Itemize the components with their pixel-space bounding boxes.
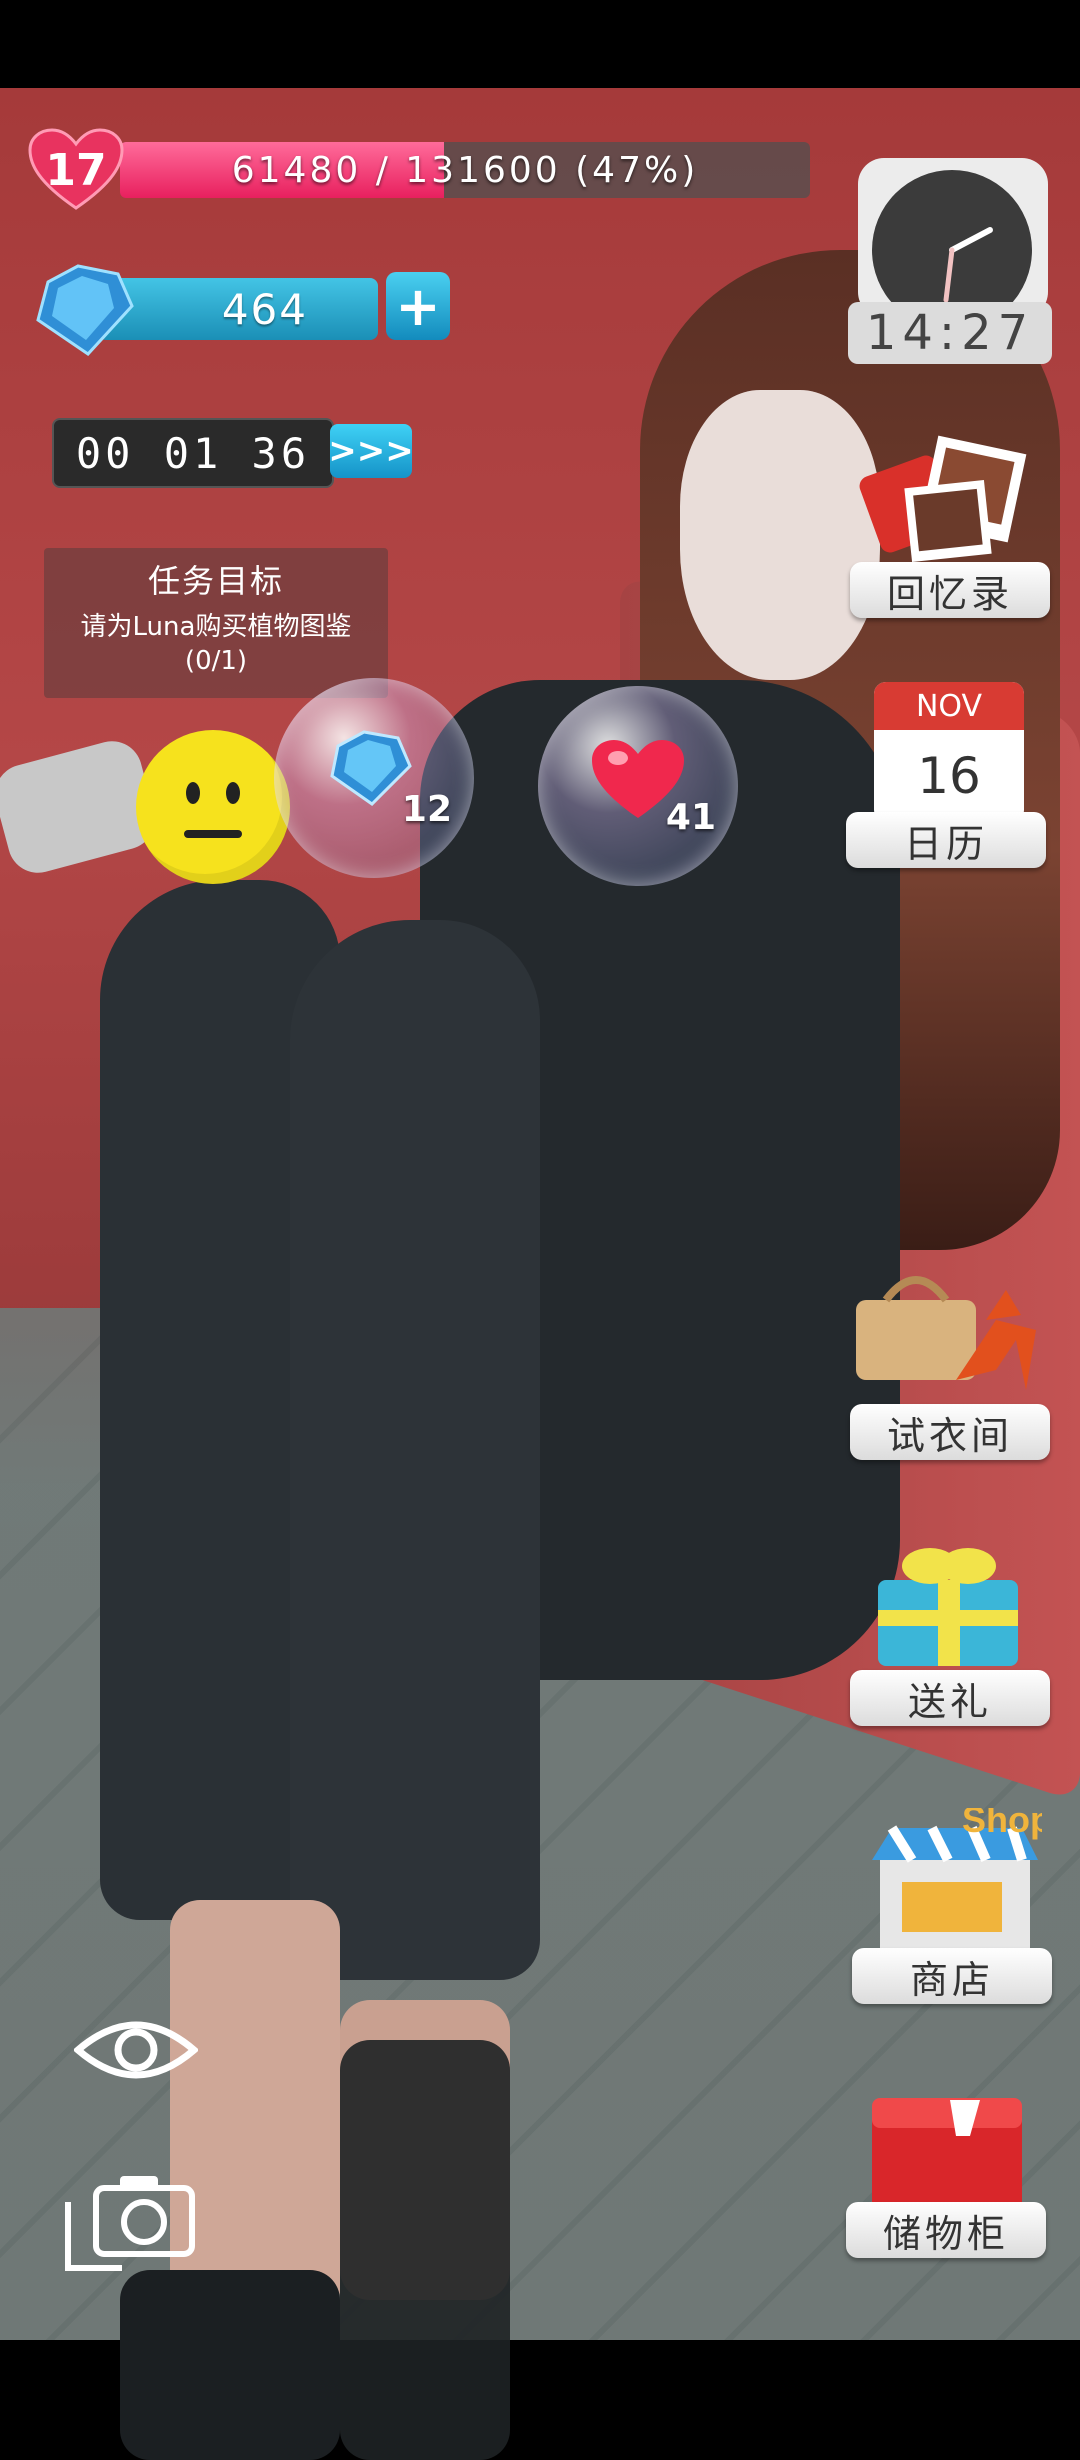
status-bar bbox=[0, 0, 1080, 88]
skip-timer-button[interactable]: >>> bbox=[328, 424, 414, 478]
add-gems-button[interactable]: + bbox=[386, 272, 450, 340]
shop-sign: Shop bbox=[962, 1808, 1042, 1840]
locker-label: 储物柜 bbox=[846, 2202, 1046, 2258]
xp-text: 61480 / 131600 (47%) bbox=[231, 149, 699, 191]
character-leg-right bbox=[290, 920, 540, 1980]
mood-mouth bbox=[184, 830, 242, 838]
gem-amount: 464 bbox=[98, 278, 378, 340]
mood-eye-left bbox=[186, 782, 200, 804]
mission-description: 请为Luna购买植物图鉴 (0/1) bbox=[44, 610, 388, 678]
mission-text: 请为Luna购买植物图鉴 bbox=[80, 612, 352, 642]
calendar-icon: NOV 16 bbox=[874, 682, 1024, 822]
handbag-shoe-icon bbox=[856, 1276, 1036, 1390]
diamond-icon bbox=[330, 730, 412, 806]
photo-album-icon bbox=[859, 435, 1027, 562]
diamond-icon bbox=[36, 264, 134, 356]
level-heart-icon: 17 bbox=[28, 128, 124, 212]
character-shoe-left bbox=[120, 2270, 340, 2460]
character-shoe-right bbox=[340, 2040, 510, 2460]
eye-icon[interactable] bbox=[74, 2010, 198, 2090]
heart-bubble-count: 41 bbox=[665, 797, 716, 838]
camera-icon[interactable] bbox=[62, 2168, 202, 2278]
xp-progress-bar: 61480 / 131600 (47%) bbox=[120, 142, 810, 198]
gift-box-icon bbox=[878, 1548, 1018, 1666]
clock-time: 14:27 bbox=[848, 302, 1052, 364]
gem-bubble[interactable]: 12 bbox=[274, 678, 474, 878]
mission-panel[interactable]: 任务目标 请为Luna购买植物图鉴 (0/1) bbox=[44, 548, 388, 698]
level-xp-bar: 61480 / 131600 (47%) 17 bbox=[28, 128, 810, 212]
dressing-room-label: 试衣间 bbox=[850, 1404, 1050, 1460]
heart-bubble[interactable]: 41 bbox=[538, 686, 738, 886]
calendar-day: 16 bbox=[917, 747, 981, 805]
storage-box-icon bbox=[872, 2098, 1022, 2210]
neutral-face-icon[interactable] bbox=[136, 730, 290, 884]
countdown-timer: 00 01 36 bbox=[52, 418, 334, 488]
gem-bubble-count: 12 bbox=[401, 789, 452, 830]
gem-counter: 464 + bbox=[28, 262, 450, 358]
mood-eye-right bbox=[226, 782, 240, 804]
calendar-month: NOV bbox=[874, 682, 1024, 730]
calendar-label: 日历 bbox=[846, 812, 1046, 868]
shop-building-icon: Shop bbox=[872, 1808, 1042, 1950]
mission-progress: (0/1) bbox=[184, 646, 248, 676]
memories-label: 回忆录 bbox=[850, 562, 1050, 618]
gift-label: 送礼 bbox=[850, 1670, 1050, 1726]
character-face bbox=[680, 390, 880, 680]
shop-label: 商店 bbox=[852, 1948, 1052, 2004]
mission-title: 任务目标 bbox=[147, 562, 284, 600]
level-number: 17 bbox=[45, 144, 107, 196]
